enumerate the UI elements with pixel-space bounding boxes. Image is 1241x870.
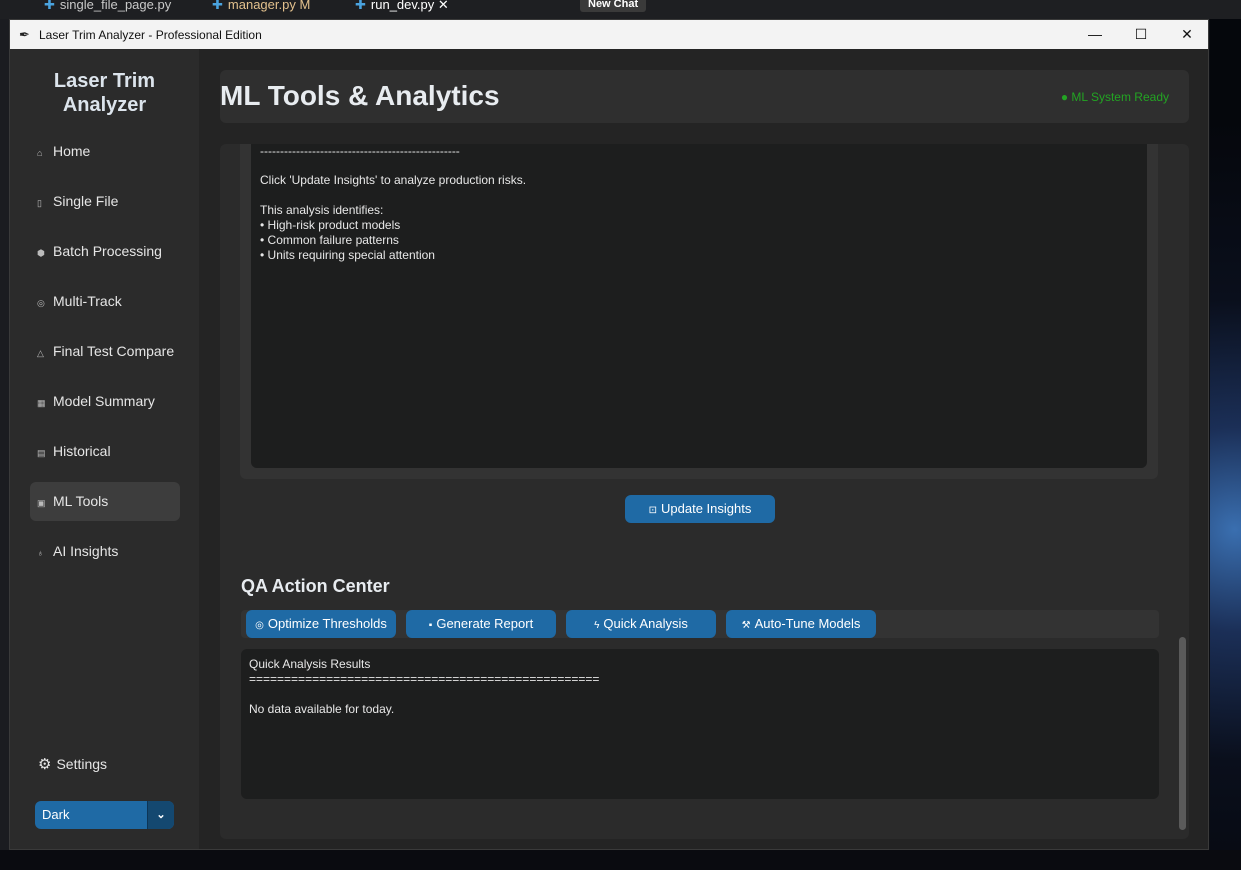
chart-icon: ▦ [37, 398, 46, 408]
target-icon: ◎ [37, 298, 45, 308]
refresh-icon: ⊡ [648, 505, 658, 516]
background-wallpaper-bottom [0, 850, 1241, 870]
background-wallpaper [1210, 19, 1241, 870]
scroll-icon: ▤ [37, 448, 46, 458]
results-divider: ========================================… [249, 672, 600, 686]
main-content: ----------------------------------------… [220, 144, 1189, 839]
insights-line: • Common failure patterns [260, 233, 399, 247]
sidebar-item-historical[interactable]: ▤ Historical [30, 432, 180, 471]
save-icon: ▪ [428, 620, 433, 631]
sidebar-item-final-test-compare[interactable]: △ Final Test Compare [30, 332, 180, 371]
app-logo-text: Laser Trim Analyzer [53, 70, 156, 116]
file-icon: ▯ [37, 198, 42, 208]
quick-analysis-button[interactable]: ϟ Quick Analysis [566, 610, 716, 638]
update-insights-button[interactable]: ⊡ Update Insights [625, 495, 775, 523]
page-header: ML Tools & Analytics ● ML System Ready [220, 70, 1189, 123]
window-title: Laser Trim Analyzer - Professional Editi… [39, 28, 262, 42]
target-icon: ◎ [255, 620, 264, 631]
background-editor-tabbar: ✚ single_file_page.py ✚ manager.py M ✚ run_… [0, 0, 1241, 19]
qa-section-title: QA Action Center [241, 576, 390, 596]
sidebar-item-batch-processing[interactable]: ⬢ Batch Processing [30, 232, 180, 271]
qa-button-bar: ◎ Optimize Thresholds ▪ Generate Report ϟQ… [241, 610, 1159, 638]
auto-tune-models-button[interactable]: ⚒ Auto-Tune Models [726, 610, 876, 638]
optimize-thresholds-button[interactable]: ◎ Optimize Thresholds [246, 610, 396, 638]
flask-icon: △ [37, 348, 44, 358]
sidebar-item-home[interactable]: ⌂ Home [30, 132, 180, 171]
python-file-icon: ✚ [212, 0, 223, 12]
editor-tab[interactable]: ✚ single_file_page.py [44, 0, 184, 19]
insights-line: This analysis identifies: [260, 203, 384, 217]
ml-status-indicator: ● ML System Ready [1060, 90, 1169, 104]
editor-tab[interactable]: ✚ manager.py M [212, 0, 322, 19]
sidebar: Laser Trim Analyzer ⌂ Home ▯ Single File ⬢… [10, 49, 199, 849]
close-icon[interactable]: ✕ [438, 0, 449, 12]
close-button[interactable]: ✕ [1164, 20, 1210, 49]
python-file-icon: ✚ [44, 0, 55, 12]
robot-icon: ▣ [37, 498, 46, 508]
maximize-button[interactable]: ☐ [1118, 20, 1164, 49]
page-title: ML Tools & Analytics [220, 80, 500, 111]
quick-analysis-results-textbox[interactable]: Quick Analysis Results =================… [241, 649, 1159, 799]
sidebar-item-single-file[interactable]: ▯ Single File [30, 182, 180, 221]
lightning-icon: ϟ [594, 620, 600, 631]
content-scrollbar[interactable] [1179, 637, 1186, 830]
home-icon: ⌂ [37, 148, 43, 158]
sidebar-item-ai-insights[interactable]: ♁ AI Insights [30, 532, 180, 571]
python-file-icon: ✚ [355, 0, 366, 12]
package-icon: ⬢ [37, 248, 45, 258]
chevron-down-icon[interactable]: ⌄ [147, 801, 174, 829]
settings-button[interactable]: ⚙ Settings [38, 755, 107, 773]
sidebar-item-model-summary[interactable]: ▦ Model Summary [30, 382, 180, 421]
insights-panel: ----------------------------------------… [240, 144, 1158, 479]
minimize-button[interactable]: — [1072, 20, 1118, 49]
results-heading: Quick Analysis Results [249, 657, 371, 671]
background-editor-gutter [0, 19, 9, 870]
app-window: ✒ Laser Trim Analyzer - Professional Edi… [9, 19, 1209, 850]
sidebar-item-multi-track[interactable]: ◎ Multi-Track [30, 282, 180, 321]
title-bar: ✒ Laser Trim Analyzer - Professional Edi… [10, 20, 1208, 49]
wrench-icon: ⚒ [741, 620, 751, 631]
insights-textbox[interactable]: ----------------------------------------… [251, 144, 1147, 468]
insights-line: Click 'Update Insights' to analyze produ… [260, 173, 527, 187]
feather-icon: ✒ [19, 27, 30, 42]
insights-line: ----------------------------------------… [260, 144, 460, 158]
results-message: No data available for today. [249, 702, 395, 716]
theme-dropdown[interactable]: Dark ⌄ [35, 801, 174, 829]
gear-icon: ⚙ [38, 756, 52, 773]
insights-line: • High-risk product models [260, 218, 401, 232]
bulb-icon: ♁ [37, 548, 44, 558]
insights-line: • Units requiring special attention [260, 248, 435, 262]
generate-report-button[interactable]: ▪ Generate Report [406, 610, 556, 638]
sidebar-item-ml-tools[interactable]: ▣ ML Tools [30, 482, 180, 521]
new-chat-tab[interactable]: New Chat [580, 0, 647, 12]
editor-tab[interactable]: ✚ run_dev.py ✕ [355, 0, 460, 19]
